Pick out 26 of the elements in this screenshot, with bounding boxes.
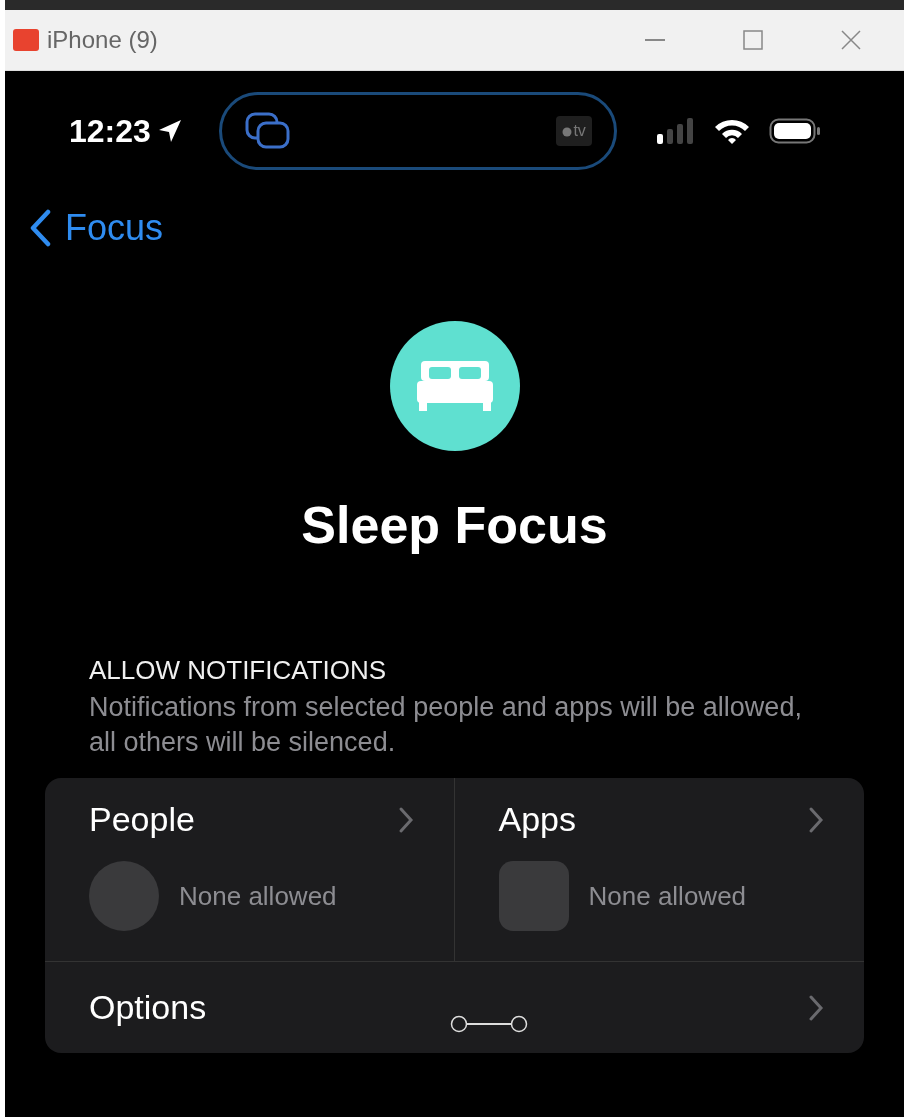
tv-badge: tv xyxy=(556,116,592,146)
chevron-icon xyxy=(808,805,824,834)
window-title: iPhone (9) xyxy=(47,26,159,54)
maximize-icon xyxy=(743,30,763,50)
status-time: 12:23 xyxy=(69,112,151,150)
focus-title: Sleep Focus xyxy=(301,495,608,555)
tile-value: None allowed xyxy=(588,880,747,912)
chevron-icon xyxy=(397,805,414,834)
battery-icon xyxy=(768,118,821,144)
chevron-icon xyxy=(808,993,824,1022)
connector-icon xyxy=(450,1014,528,1034)
app-placeholder xyxy=(498,861,569,931)
tile-value: None allowed xyxy=(179,880,337,912)
signal-icon xyxy=(656,118,695,144)
overlapping-squares-icon xyxy=(243,111,292,151)
app-icon xyxy=(13,29,39,51)
section-description: Notifications from selected people and apps will be allowed, all others will be silenced. xyxy=(88,691,803,759)
section-header: ALLOW NOTIFICATIONS xyxy=(88,655,388,686)
minimize-icon xyxy=(645,39,665,41)
back-chevron-icon xyxy=(29,209,51,247)
options-label[interactable]: Options xyxy=(89,988,207,1027)
tile-label[interactable]: People xyxy=(89,800,195,839)
bed-icon xyxy=(416,361,493,411)
tile-label[interactable]: Apps xyxy=(498,800,576,839)
close-icon xyxy=(841,30,861,50)
back-link[interactable]: Focus xyxy=(5,207,164,249)
